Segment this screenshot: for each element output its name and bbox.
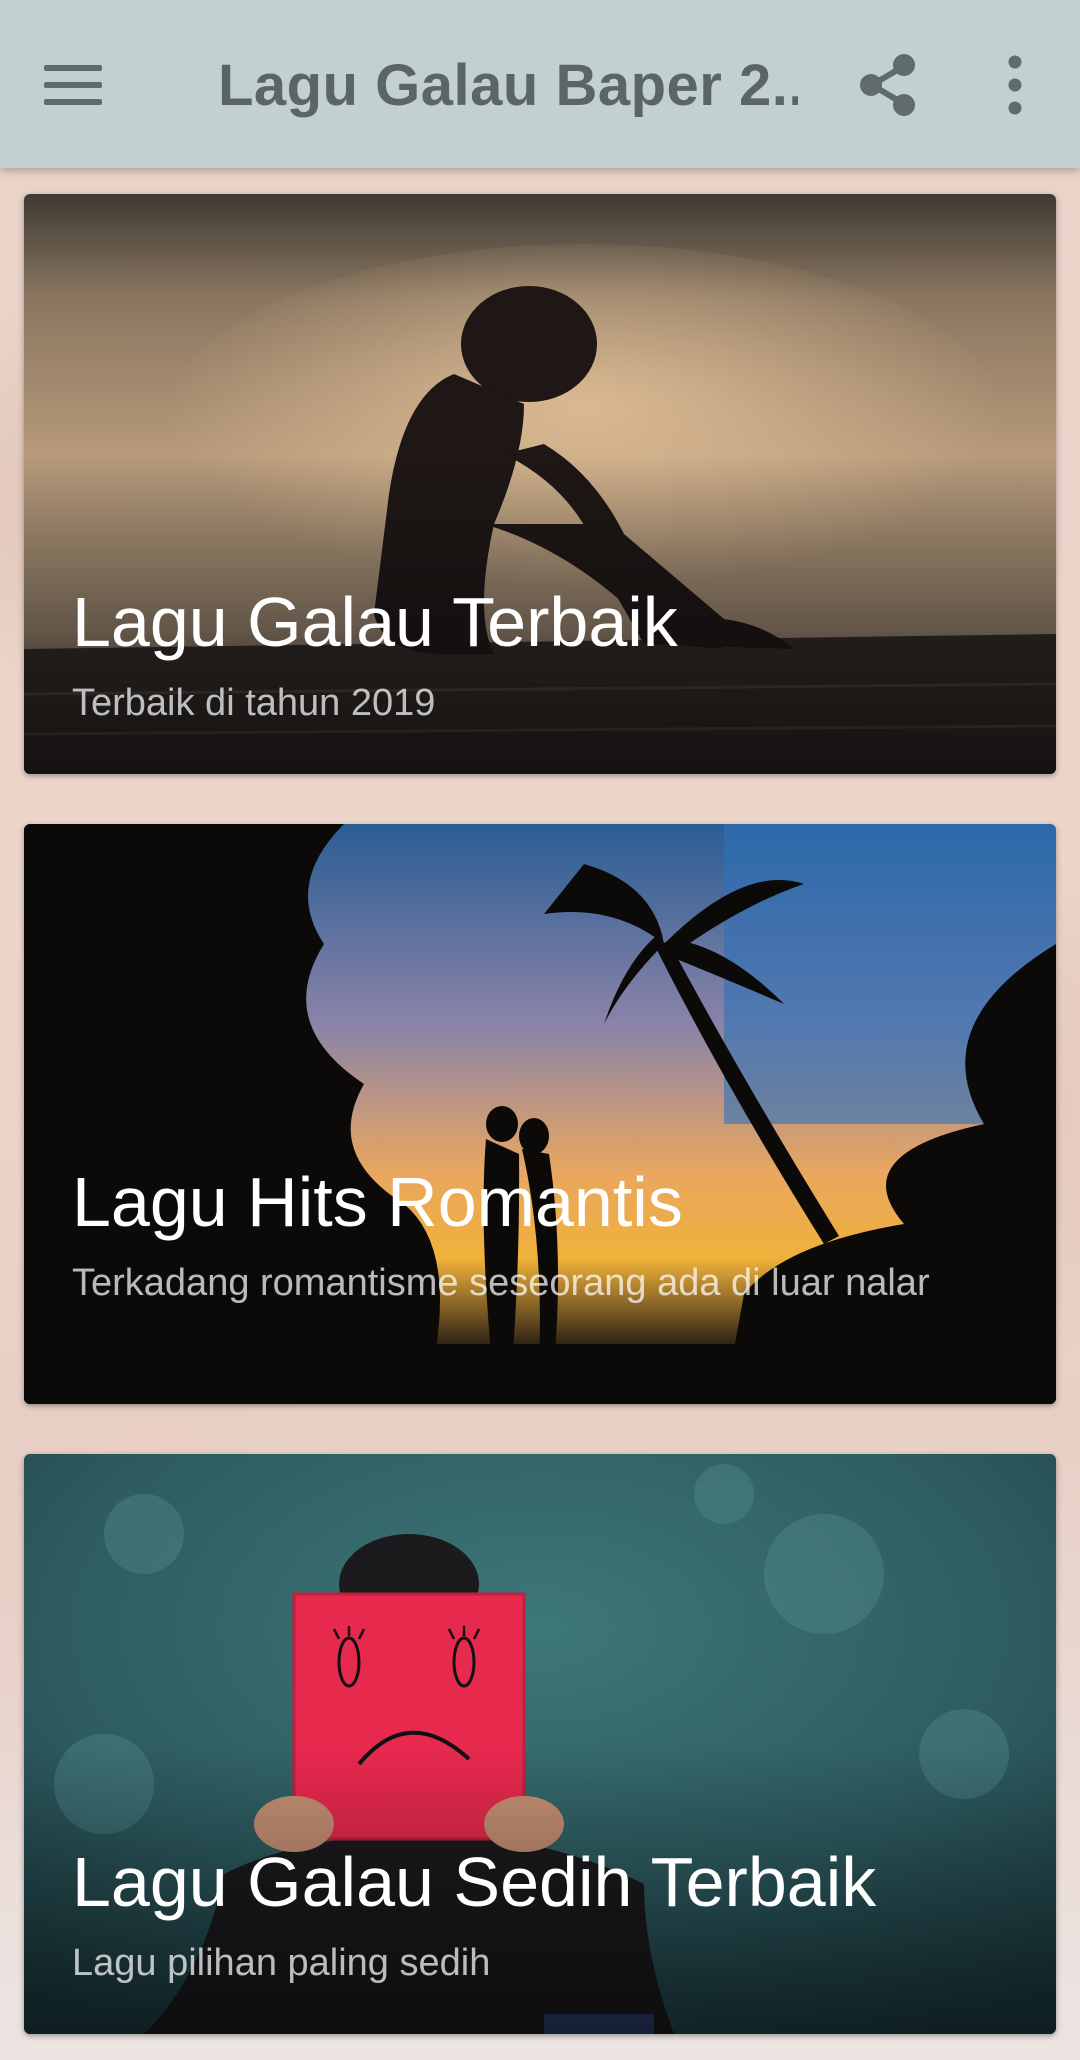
share-icon[interactable] (856, 52, 922, 118)
card-title: Lagu Galau Sedih Terbaik (72, 1843, 877, 1921)
category-card-galau-terbaik[interactable]: Lagu Galau Terbaik Terbaik di tahun 2019 (24, 194, 1056, 774)
card-subtitle: Terbaik di tahun 2019 (72, 682, 436, 724)
card-subtitle: Terkadang romantisme seseorang ada di lu… (72, 1262, 930, 1304)
category-card-galau-sedih[interactable]: Lagu Galau Sedih Terbaik Lagu pilihan pa… (24, 1454, 1056, 2034)
app-title: Lagu Galau Baper 2... (218, 53, 798, 118)
app-bar: Lagu Galau Baper 2... (0, 0, 1080, 168)
card-subtitle: Lagu pilihan paling sedih (72, 1942, 491, 1984)
category-card-hits-romantis[interactable]: Lagu Hits Romantis Terkadang romantisme … (24, 824, 1056, 1404)
card-title: Lagu Galau Terbaik (72, 583, 678, 661)
card-image-palm-sunset (24, 824, 1056, 1404)
more-vert-icon[interactable] (990, 52, 1040, 118)
hamburger-menu-icon[interactable] (44, 50, 124, 120)
card-title: Lagu Hits Romantis (72, 1163, 683, 1241)
